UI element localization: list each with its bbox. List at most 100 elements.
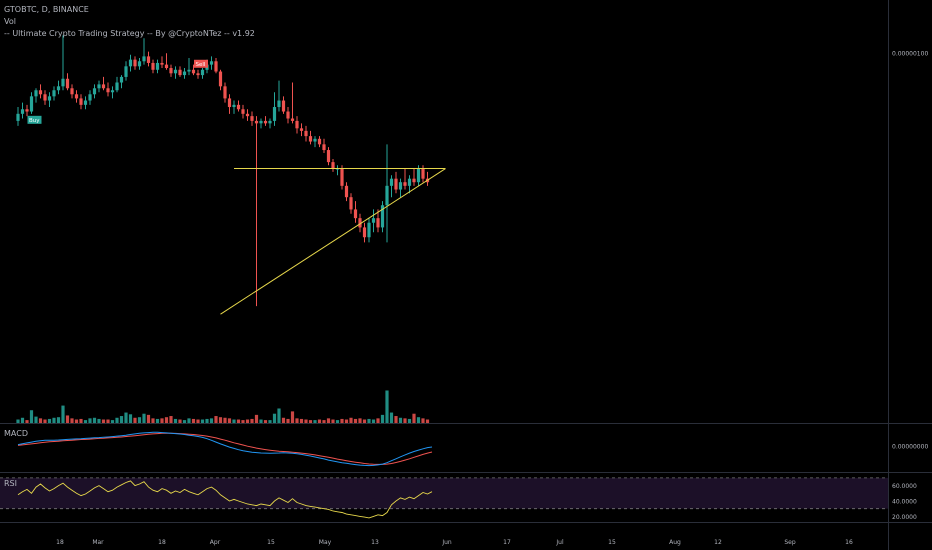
- volume-bar: [403, 418, 407, 423]
- candle-body: [56, 86, 61, 91]
- candle-body: [115, 82, 119, 91]
- volume-bar: [362, 419, 367, 423]
- candle-body: [223, 86, 227, 99]
- volume-bar: [344, 419, 349, 423]
- volume-bar: [155, 418, 160, 423]
- volume-bar: [286, 418, 290, 423]
- volume-bar: [160, 418, 164, 423]
- rsi-label: RSI: [4, 479, 17, 488]
- candle-body: [137, 61, 142, 67]
- candle-body: [196, 73, 200, 76]
- volume-bar: [380, 414, 385, 423]
- candle-body: [106, 88, 110, 93]
- volume-bar: [394, 416, 398, 423]
- volume-bar: [164, 417, 169, 423]
- volume-bar: [232, 419, 236, 423]
- candle-body: [371, 218, 376, 223]
- candle-body: [272, 107, 277, 121]
- candle-body: [200, 69, 205, 76]
- time-axis-label: 16: [845, 539, 853, 546]
- volume-bar: [74, 419, 79, 423]
- candle-body: [160, 62, 164, 65]
- volume-bar: [173, 418, 178, 423]
- time-axis-label: May: [319, 539, 332, 546]
- time-axis-label: 12: [714, 539, 722, 546]
- time-axis-label: Aug: [669, 539, 681, 546]
- candle-body: [236, 104, 241, 110]
- volume-bar: [407, 418, 412, 423]
- time-axis-label: 15: [267, 539, 275, 546]
- candle-body: [259, 120, 263, 124]
- volume-bar: [223, 417, 227, 423]
- volume-bar: [254, 414, 259, 423]
- volume-bar: [88, 418, 92, 423]
- volume-bar: [416, 417, 421, 423]
- candle-body: [322, 144, 326, 151]
- time-axis-label: 13: [371, 539, 379, 546]
- chart-canvas[interactable]: BuySell0.000012000.000011760.000011000.0…: [0, 0, 932, 550]
- candle-body: [187, 69, 191, 72]
- candle-body: [313, 138, 317, 142]
- volume-bar: [367, 418, 371, 423]
- candle-body: [394, 178, 398, 190]
- candle-body: [34, 90, 38, 97]
- candle-body: [182, 71, 187, 76]
- volume-bar: [349, 417, 353, 423]
- volume-bar: [371, 419, 376, 423]
- candle-body: [326, 150, 331, 163]
- volume-bar: [209, 418, 214, 423]
- volume-bar: [137, 417, 142, 423]
- volume-bar: [43, 419, 47, 423]
- time-axis-label: 18: [56, 539, 64, 546]
- candle-body: [155, 62, 160, 70]
- candle-body: [74, 94, 79, 99]
- volume-bar: [124, 412, 128, 423]
- candle-body: [88, 94, 92, 101]
- volume-bar: [236, 419, 241, 423]
- candle-body: [407, 178, 412, 186]
- volume-bar: [101, 419, 106, 423]
- volume-bar: [259, 419, 263, 423]
- volume-bar: [34, 416, 38, 423]
- candle-body: [110, 90, 115, 93]
- candle-body: [263, 120, 268, 124]
- candle-body: [119, 76, 124, 83]
- candle-body: [245, 113, 250, 117]
- volume-bar: [290, 411, 295, 423]
- volume-bar: [389, 412, 394, 423]
- volume-bar: [304, 419, 308, 423]
- candle-body: [421, 168, 425, 179]
- volume-label: Vol: [4, 17, 16, 26]
- candle-body: [412, 178, 416, 183]
- time-axis-label: 17: [503, 539, 511, 546]
- candle-body: [286, 111, 290, 119]
- candle-body: [20, 109, 25, 114]
- candle-body: [281, 100, 286, 112]
- candle-body: [79, 98, 83, 105]
- volume-bar: [385, 390, 389, 423]
- volume-bar: [250, 418, 254, 423]
- candle-body: [227, 98, 232, 108]
- candle-body: [340, 168, 344, 186]
- candle-body: [128, 59, 133, 67]
- candle-body: [398, 182, 403, 190]
- candle-body: [61, 78, 65, 87]
- candle-body: [331, 162, 335, 169]
- volume-bar: [196, 419, 200, 423]
- candle-body: [304, 130, 308, 137]
- candle-body: [169, 68, 173, 74]
- candle-body: [214, 61, 218, 72]
- candle-body: [232, 104, 236, 108]
- candle-body: [146, 56, 151, 63]
- candle-body: [389, 178, 394, 186]
- candle-body: [268, 120, 272, 124]
- candle-body: [52, 90, 56, 97]
- rsi-axis-label: 40.0000: [892, 498, 917, 505]
- volume-bar: [83, 420, 88, 423]
- strategy-label: -- Ultimate Crypto Trading Strategy -- B…: [4, 29, 255, 38]
- volume-bar: [169, 416, 173, 423]
- candle-body: [133, 59, 137, 67]
- volume-bar: [313, 420, 317, 423]
- volume-bar: [70, 418, 74, 423]
- candle-body: [349, 197, 353, 210]
